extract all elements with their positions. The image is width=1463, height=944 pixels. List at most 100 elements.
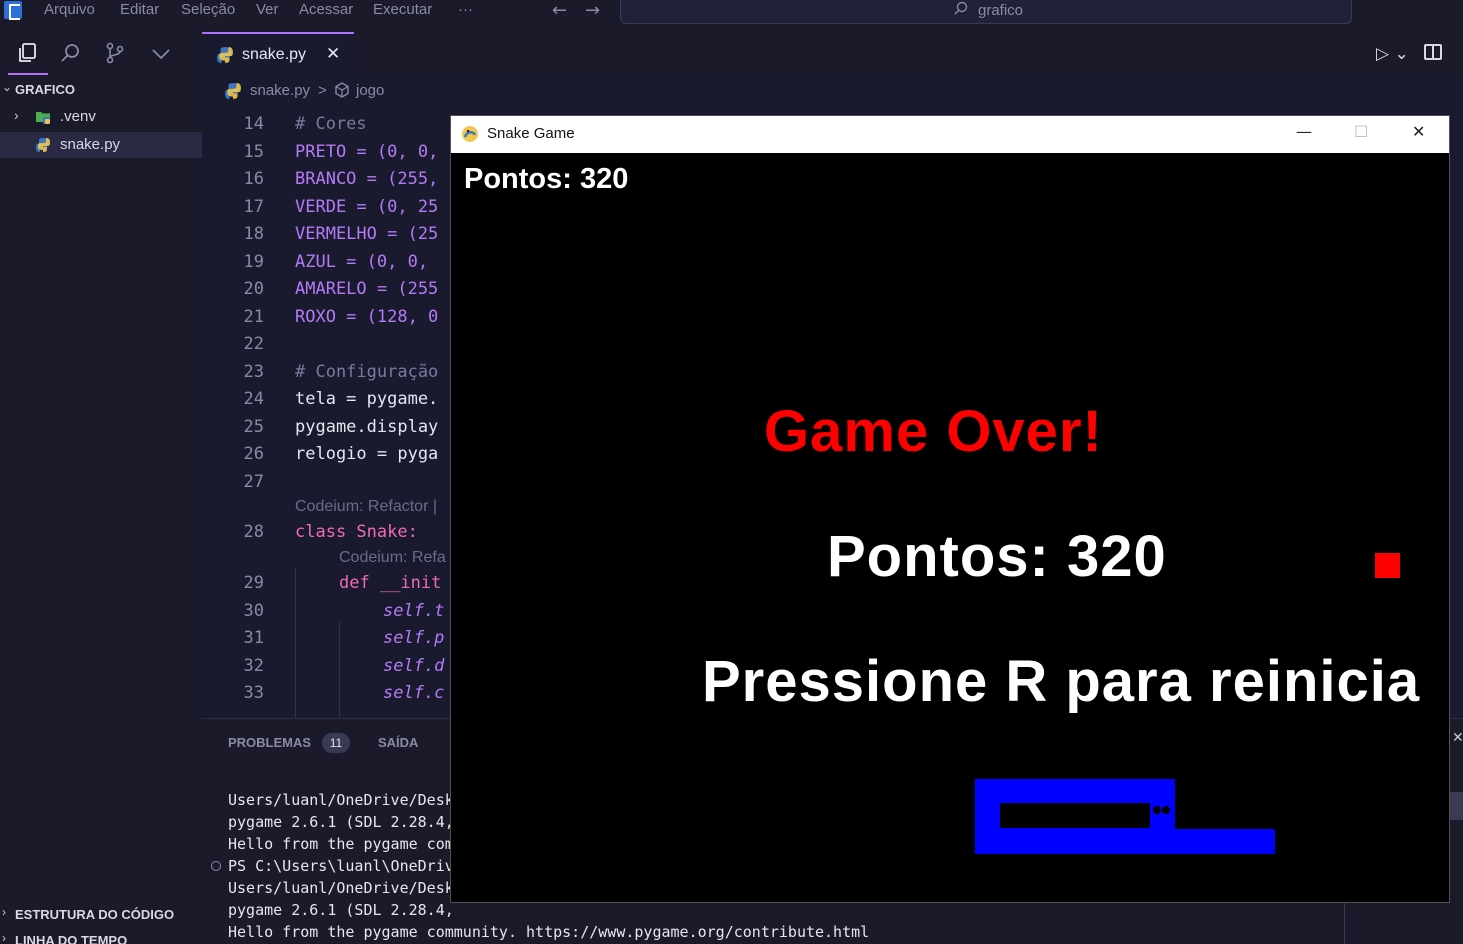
- line-number: 18: [243, 224, 264, 244]
- section-label: ESTRUTURA DO CÓDIGO: [15, 907, 175, 922]
- code-line: 31 self.p: [202, 628, 452, 656]
- menu-ver[interactable]: Ver: [256, 1, 279, 18]
- snake-body-gap: [1000, 803, 1150, 828]
- menu-acessar[interactable]: Acessar: [299, 1, 353, 18]
- tree-item-venv[interactable]: › .venv: [0, 104, 202, 130]
- code-text: BRANCO = (255,: [295, 169, 439, 189]
- chevron-right-icon: ›: [2, 931, 6, 944]
- code-text: tela = pygame.: [295, 389, 439, 409]
- chevron-right-icon: ›: [2, 905, 6, 919]
- snake-eye: [1162, 806, 1170, 814]
- code-line: 16 BRANCO = (255,: [202, 169, 452, 197]
- code-line: 19 AZUL = (0, 0,: [202, 252, 452, 280]
- python-file-icon: [225, 83, 241, 99]
- snake-game-window: Snake Game — ☐ ✕ Pontos: 320 Game Over! …: [450, 115, 1450, 903]
- explorer-icon[interactable]: [16, 42, 38, 64]
- minimize-icon[interactable]: —: [1296, 122, 1312, 141]
- tree-item-label: snake.py: [60, 136, 121, 153]
- menu-arquivo[interactable]: Arquivo: [44, 1, 95, 18]
- python-file-icon: [217, 47, 233, 63]
- section-code-structure[interactable]: › ESTRUTURA DO CÓDIGO: [0, 902, 202, 924]
- tab-output[interactable]: SAÍDA: [378, 735, 418, 750]
- line-number: 26: [243, 444, 264, 464]
- codeium-lens[interactable]: Codeium: Refactor |: [295, 498, 437, 516]
- terminal-line: PS C:\Users\luanl\OneDriv: [228, 857, 454, 875]
- source-control-icon[interactable]: [104, 42, 126, 64]
- run-icon[interactable]: ▷ ⌄: [1376, 44, 1409, 64]
- code-area[interactable]: 14 # Cores 15 PRETO = (0, 0, 16 BRANCO =…: [202, 112, 452, 718]
- line-number: 14: [243, 114, 264, 134]
- code-text: # Configuração: [295, 362, 439, 382]
- code-text: relogio = pyga: [295, 444, 439, 464]
- split-editor-icon[interactable]: [1424, 44, 1442, 60]
- line-number: 17: [243, 197, 264, 217]
- section-timeline[interactable]: › LINHA DO TEMPO: [0, 928, 202, 944]
- tab-problems[interactable]: PROBLEMAS: [228, 735, 311, 750]
- back-arrow-icon[interactable]: ←: [552, 0, 567, 21]
- game-over-text: Game Over!: [764, 399, 1103, 464]
- game-canvas[interactable]: Pontos: 320 Game Over! Pontos: 320 Press…: [451, 153, 1449, 902]
- chevron-down-icon[interactable]: [150, 42, 172, 64]
- snake-eye: [1153, 806, 1161, 814]
- tab-snake-py[interactable]: snake.py ✕: [202, 32, 354, 76]
- symbol-class-icon: [335, 82, 349, 98]
- game-title-bar[interactable]: Snake Game — ☐ ✕: [451, 116, 1449, 153]
- line-number: 21: [243, 307, 264, 327]
- code-line: 18 VERMELHO = (25: [202, 224, 452, 252]
- terminal-prompt-dot-icon: [211, 861, 221, 871]
- line-number: 29: [243, 573, 264, 593]
- section-label: LINHA DO TEMPO: [15, 933, 128, 944]
- maximize-icon[interactable]: ☐: [1354, 122, 1368, 141]
- menu-bar: Arquivo Editar Seleção Ver Acessar Execu…: [0, 0, 1463, 24]
- menu-more[interactable]: ···: [458, 1, 473, 18]
- line-number: 27: [243, 472, 264, 492]
- forward-arrow-icon[interactable]: →: [585, 0, 600, 21]
- code-line: 22: [202, 334, 452, 362]
- final-score-text: Pontos: 320: [827, 524, 1167, 589]
- line-number: 20: [243, 279, 264, 299]
- code-line: 30 self.t: [202, 601, 452, 629]
- codeium-lens[interactable]: Codeium: Refa: [339, 549, 446, 567]
- line-number: 28: [243, 522, 264, 542]
- code-text: AMARELO = (255: [295, 279, 439, 299]
- activity-bar: [0, 24, 202, 76]
- code-line: 15 PRETO = (0, 0,: [202, 142, 452, 170]
- line-number: 30: [243, 601, 264, 621]
- code-text: class Snake:: [295, 522, 418, 542]
- breadcrumb-symbol[interactable]: jogo: [356, 82, 384, 99]
- chevron-right-icon: ›: [14, 107, 19, 123]
- search-text: grafico: [978, 2, 1024, 19]
- divider: [1344, 903, 1345, 944]
- scrollbar-thumb[interactable]: [1450, 792, 1463, 820]
- code-text: AZUL = (0, 0,: [295, 252, 429, 272]
- folder-python-icon: [36, 112, 50, 124]
- line-number: 16: [243, 169, 264, 189]
- score-display: Pontos: 320: [464, 163, 629, 195]
- close-icon[interactable]: ✕: [326, 44, 340, 64]
- code-text: PRETO = (0, 0,: [295, 142, 439, 162]
- line-number: 33: [243, 683, 264, 703]
- menu-editar[interactable]: Editar: [120, 1, 159, 18]
- close-icon[interactable]: ✕: [1412, 122, 1425, 141]
- menu-executar[interactable]: Executar: [373, 1, 432, 18]
- code-text: VERDE = (0, 25: [295, 197, 439, 217]
- vscode-logo-icon: [4, 1, 22, 20]
- breadcrumb-file[interactable]: snake.py: [250, 82, 310, 99]
- tab-bar: snake.py ✕ ▷ ⌄: [202, 24, 1463, 76]
- code-text: def __init: [339, 573, 442, 593]
- tree-item-snake-py[interactable]: snake.py: [0, 132, 202, 158]
- code-text: self.p: [383, 628, 445, 648]
- close-icon[interactable]: ✕: [1452, 730, 1463, 746]
- terminal-line: pygame 2.6.1 (SDL 2.28.4,: [228, 901, 454, 919]
- explorer-root-header[interactable]: ⌄ GRAFICO: [0, 79, 202, 101]
- code-text: self.t: [383, 601, 445, 621]
- menu-selecao[interactable]: Seleção: [181, 1, 235, 18]
- search-icon[interactable]: [60, 42, 82, 64]
- code-text: VERMELHO = (25: [295, 224, 439, 244]
- code-line: 24 tela = pygame.: [202, 389, 452, 417]
- code-line: 29 def __init: [202, 573, 452, 601]
- code-line: 26 relogio = pyga: [202, 444, 452, 472]
- command-center-search[interactable]: grafico: [620, 0, 1352, 24]
- breadcrumb-separator: >: [318, 82, 327, 99]
- line-number: 32: [243, 656, 264, 676]
